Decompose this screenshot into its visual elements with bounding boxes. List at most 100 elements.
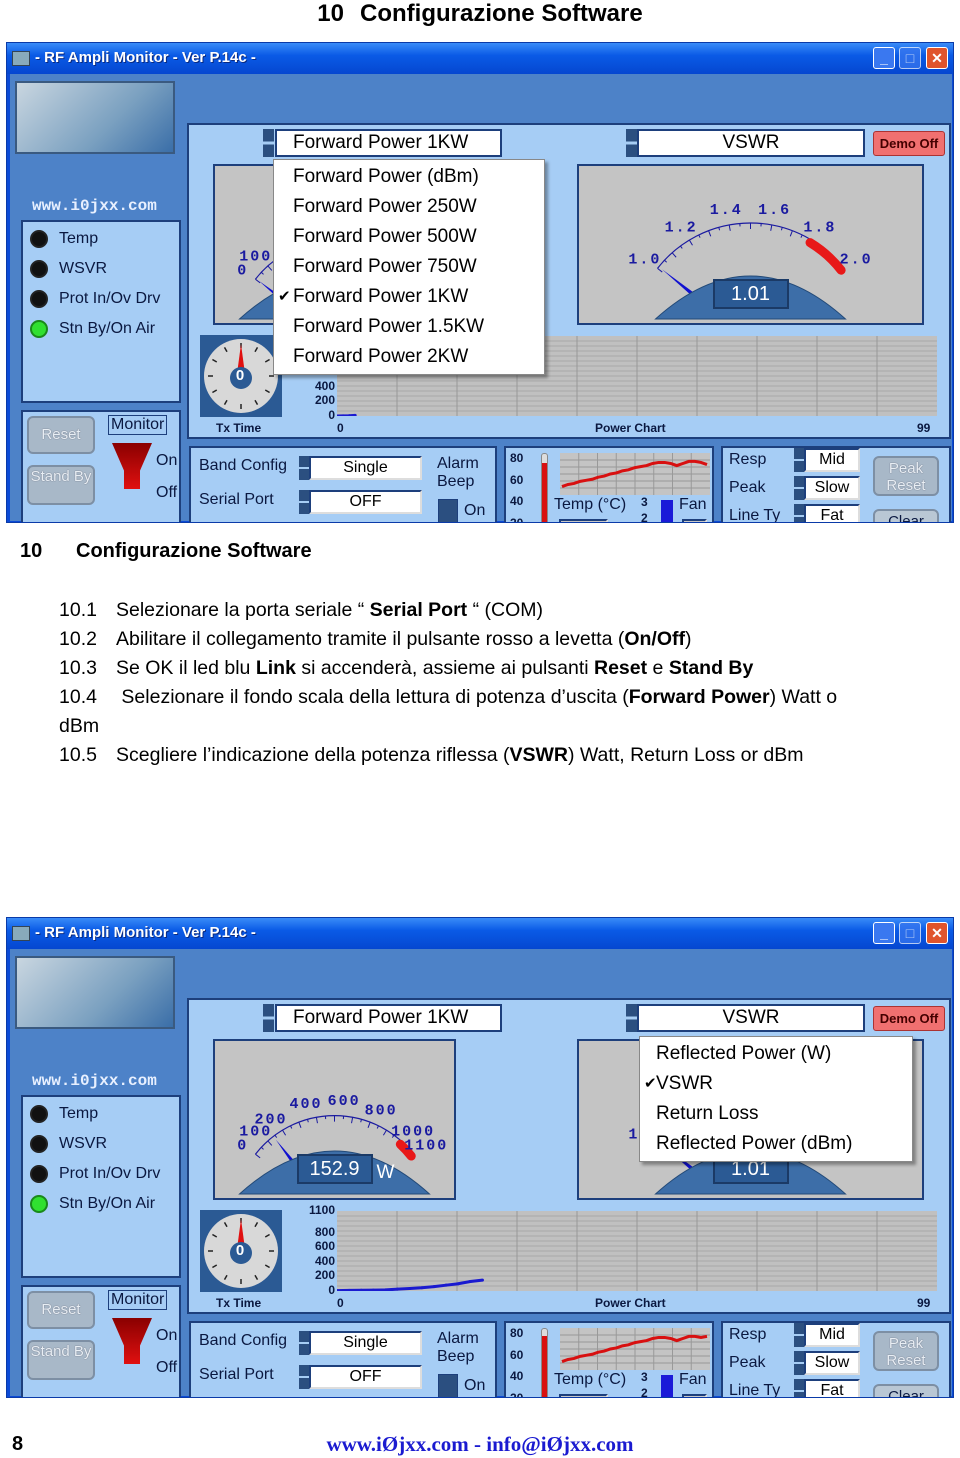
peak-select[interactable]: Slow — [804, 1351, 860, 1375]
status-led-label: Temp — [59, 1105, 99, 1122]
dropdown-option[interactable]: Reflected Power (W) — [640, 1039, 912, 1069]
fan-tick-label: 3 — [641, 495, 648, 509]
maximize-button[interactable]: □ — [899, 47, 921, 69]
scale-label: 600 — [328, 1093, 361, 1110]
reflected-mode-spinner[interactable] — [626, 129, 637, 157]
step-text: e — [647, 657, 669, 679]
dropdown-option[interactable]: ✔ VSWR — [640, 1069, 912, 1099]
forward-power-spinner[interactable] — [263, 129, 274, 157]
top-heading: 10 Configurazione Software — [0, 0, 960, 28]
alarm-beep-switch[interactable] — [438, 499, 458, 522]
line-type-label: Line Ty — [729, 507, 781, 523]
line-type-select[interactable]: Fat — [804, 1379, 860, 1397]
scale-tick — [267, 265, 273, 271]
serial-port-value: OFF — [349, 1368, 382, 1385]
power-point — [396, 1287, 400, 1291]
tx-time-clock: 0 — [200, 1210, 282, 1292]
reset-button[interactable]: Reset — [27, 416, 95, 454]
scale-tick — [282, 1129, 287, 1136]
thermometer-fill — [542, 1335, 547, 1397]
reflected-mode-dropdown-menu[interactable]: Reflected Power (W) ✔ VSWR Return Loss Refle… — [639, 1036, 913, 1162]
dropdown-option[interactable]: Reflected Power (dBm) — [640, 1129, 912, 1159]
forward-power-select[interactable]: Forward Power 1KW — [275, 1004, 502, 1032]
status-led-label: Prot In/Ov Drv — [59, 1165, 161, 1182]
resp-label: Resp — [729, 451, 767, 468]
dropdown-option[interactable]: Return Loss — [640, 1099, 912, 1129]
peak-value: Slow — [814, 479, 850, 496]
scale-tick — [657, 267, 663, 273]
clear-chart-button[interactable]: Clear Chart — [873, 509, 939, 523]
line-type-select[interactable]: Fat — [804, 504, 860, 522]
forward-power-spinner[interactable] — [263, 1004, 274, 1032]
demo-off-button[interactable]: Demo Off — [873, 1006, 945, 1031]
step-text: Stand By — [668, 657, 754, 679]
close-button[interactable]: ✕ — [926, 922, 948, 944]
scale-label: 400 — [289, 1096, 322, 1113]
forward-power-select[interactable]: Forward Power 1KW — [275, 129, 502, 157]
peak-select[interactable]: Slow — [804, 476, 860, 500]
reflected-mode-value: VSWR — [722, 1007, 780, 1028]
resp-select[interactable]: Mid — [804, 448, 860, 472]
reflected-mode-select[interactable]: VSWR — [637, 129, 865, 157]
minimize-button[interactable]: _ — [873, 47, 895, 69]
step-text: VSWR — [509, 744, 568, 766]
band-config-select[interactable]: Single — [309, 1331, 422, 1355]
y-tick-label: 1100 — [308, 1203, 335, 1217]
fan-tick-label: 3 — [641, 1370, 648, 1384]
dropdown-option[interactable]: Forward Power (dBm) — [274, 162, 544, 192]
dropdown-option-label: Forward Power 2KW — [293, 346, 469, 367]
serial-port-label: Serial Port — [199, 491, 274, 508]
resp-select[interactable]: Mid — [804, 1323, 860, 1347]
forward-power-gauge-readout: 152.9 — [296, 1154, 373, 1184]
alarm-beep-switch[interactable] — [438, 1374, 458, 1397]
power-point — [432, 1285, 436, 1289]
reflected-mode-spinner[interactable] — [626, 1004, 637, 1032]
stand-by-button[interactable]: Stand By — [27, 1340, 95, 1380]
minimize-button[interactable]: _ — [873, 922, 895, 944]
demo-label: Demo Off — [879, 1011, 939, 1026]
step-item: 10.4 Selezionare il fondo scala della le… — [59, 685, 941, 709]
scale-tick — [664, 259, 668, 263]
serial-port-select[interactable]: OFF — [309, 1365, 422, 1389]
dropdown-option[interactable]: Forward Power 1.5KW — [274, 312, 544, 342]
step-number: 10.1 — [59, 599, 97, 621]
band-config-select[interactable]: Single — [309, 456, 422, 480]
stand-by-label: Stand By — [30, 1343, 92, 1360]
dropdown-option[interactable]: ✔ Forward Power 1KW — [274, 282, 544, 312]
y-tick-label: 200 — [314, 393, 335, 408]
power-chart-x-start: 0 — [337, 1296, 344, 1310]
temp-tick-label: 60 — [510, 472, 524, 487]
dropdown-option[interactable]: Forward Power 250W — [274, 192, 544, 222]
dropdown-option-label: Forward Power 1KW — [293, 286, 469, 307]
toggle-off-label: Off — [156, 1359, 178, 1376]
close-button[interactable]: ✕ — [926, 47, 948, 69]
footer-links[interactable]: www.iØjxx.com - info@iØjxx.com — [0, 1432, 960, 1457]
tx-time-value: 0 — [235, 1242, 245, 1259]
demo-off-button[interactable]: Demo Off — [873, 131, 945, 156]
peak-reset-button[interactable]: Peak Reset — [873, 1331, 939, 1371]
serial-port-select[interactable]: OFF — [309, 490, 422, 514]
status-led-label: Stn By/On Air — [59, 1195, 156, 1212]
reset-button[interactable]: Reset — [27, 1291, 95, 1329]
stand-by-button[interactable]: Stand By — [27, 465, 95, 505]
reflected-mode-select[interactable]: VSWR — [637, 1004, 865, 1032]
step-text: Serial Port — [369, 599, 468, 621]
peak-reset-button[interactable]: Peak Reset — [873, 456, 939, 496]
maximize-button[interactable]: □ — [899, 922, 921, 944]
dropdown-option[interactable]: Forward Power 750W — [274, 252, 544, 282]
band-config-value: Single — [343, 1334, 388, 1351]
step-text: ) Watt o — [769, 686, 838, 708]
clear-chart-button[interactable]: Clear Chart — [873, 1384, 939, 1397]
clear-chart-label: Clear Chart — [888, 513, 924, 523]
dropdown-option[interactable]: Forward Power 2KW — [274, 342, 544, 372]
status-led-wsvr — [30, 1135, 48, 1153]
scale-tick — [680, 245, 683, 249]
power-chart-x-end: 99 — [917, 421, 931, 435]
scale-label: 1.4 — [710, 202, 743, 219]
resp-value: Mid — [819, 451, 845, 468]
thermometer-fill — [542, 462, 547, 522]
forward-power-dropdown-menu[interactable]: Forward Power (dBm) Forward Power 250W For… — [273, 159, 545, 375]
dropdown-option[interactable]: Forward Power 500W — [274, 222, 544, 252]
step-item: 10.3 Se OK il led blu Link si accenderà, … — [59, 656, 941, 680]
scale-tick — [255, 1153, 261, 1159]
